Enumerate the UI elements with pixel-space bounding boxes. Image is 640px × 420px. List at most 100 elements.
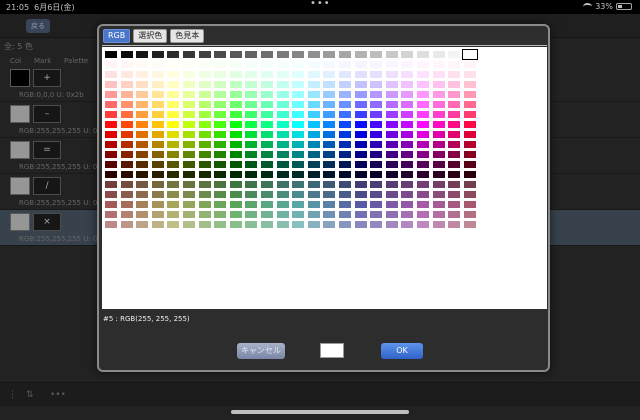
palette-cell[interactable] — [151, 51, 164, 58]
palette-cell[interactable] — [229, 121, 242, 128]
palette-cell[interactable] — [354, 191, 367, 198]
palette-cell[interactable] — [385, 131, 398, 138]
palette-cell[interactable] — [261, 211, 273, 218]
palette-cell[interactable] — [370, 151, 383, 158]
palette-cell[interactable] — [229, 101, 242, 108]
palette-cell[interactable] — [167, 101, 180, 108]
palette-cell[interactable] — [120, 151, 133, 158]
palette-cell[interactable] — [463, 71, 476, 78]
tab-rgb[interactable]: RGB — [103, 29, 131, 43]
palette-cell[interactable] — [214, 161, 227, 168]
palette-cell[interactable] — [463, 141, 476, 148]
palette-cell[interactable] — [323, 221, 336, 228]
palette-cell[interactable] — [261, 111, 273, 118]
palette-cell[interactable] — [370, 211, 383, 218]
palette-cell[interactable] — [339, 201, 351, 208]
palette-cell[interactable] — [120, 121, 133, 128]
palette-cell[interactable] — [401, 181, 414, 188]
palette-cell[interactable] — [463, 191, 476, 198]
palette-cell[interactable] — [229, 201, 242, 208]
palette-cell[interactable] — [136, 101, 149, 108]
palette-cell[interactable] — [198, 201, 211, 208]
palette-cell[interactable] — [151, 81, 164, 88]
palette-cell[interactable] — [245, 201, 258, 208]
palette-cell[interactable] — [151, 101, 164, 108]
palette-cell[interactable] — [229, 131, 242, 138]
palette-cell[interactable] — [261, 131, 273, 138]
palette-cell[interactable] — [167, 201, 180, 208]
palette-cell[interactable] — [245, 211, 258, 218]
palette-cell[interactable] — [401, 71, 414, 78]
palette-cell[interactable] — [432, 71, 445, 78]
palette-cell[interactable] — [385, 211, 398, 218]
palette-cell[interactable] — [136, 71, 149, 78]
palette-cell[interactable] — [229, 191, 242, 198]
palette-cell[interactable] — [432, 201, 445, 208]
palette-cell[interactable] — [370, 161, 383, 168]
palette-cell[interactable] — [448, 101, 461, 108]
palette-cell[interactable] — [339, 151, 351, 158]
palette-cell[interactable] — [261, 201, 273, 208]
palette-cell[interactable] — [354, 211, 367, 218]
palette-cell[interactable] — [323, 141, 336, 148]
palette-cell[interactable] — [276, 221, 289, 228]
palette-cell[interactable] — [448, 151, 461, 158]
palette-cell[interactable] — [276, 101, 289, 108]
palette-cell[interactable] — [463, 161, 476, 168]
palette-cell[interactable] — [463, 151, 476, 158]
palette-cell[interactable] — [167, 141, 180, 148]
palette-cell[interactable] — [151, 61, 164, 68]
palette-cell[interactable] — [385, 161, 398, 168]
palette-cell[interactable] — [323, 91, 336, 98]
palette-cell[interactable] — [417, 151, 429, 158]
palette-cell[interactable] — [354, 221, 367, 228]
palette-cell[interactable] — [370, 91, 383, 98]
palette-cell[interactable] — [198, 211, 211, 218]
palette-cell[interactable] — [183, 101, 195, 108]
palette-cell[interactable] — [448, 121, 461, 128]
palette-cell[interactable] — [198, 171, 211, 178]
palette-cell[interactable] — [292, 161, 305, 168]
palette-cell[interactable] — [120, 201, 133, 208]
palette-cell[interactable] — [370, 221, 383, 228]
palette-cell[interactable] — [198, 181, 211, 188]
palette-cell[interactable] — [245, 71, 258, 78]
palette-cell[interactable] — [323, 101, 336, 108]
palette-cell[interactable] — [292, 121, 305, 128]
palette-cell[interactable] — [417, 51, 429, 58]
palette-cell[interactable] — [401, 221, 414, 228]
palette-cell[interactable] — [323, 121, 336, 128]
palette-cell[interactable] — [229, 61, 242, 68]
palette-cell[interactable] — [307, 71, 320, 78]
palette-cell[interactable] — [401, 101, 414, 108]
palette-cell[interactable] — [323, 181, 336, 188]
palette-cell[interactable] — [417, 81, 429, 88]
palette-cell[interactable] — [354, 61, 367, 68]
palette-cell[interactable] — [120, 81, 133, 88]
palette-cell[interactable] — [136, 61, 149, 68]
palette-cell[interactable] — [323, 51, 336, 58]
palette-cell[interactable] — [229, 141, 242, 148]
palette-cell[interactable] — [198, 161, 211, 168]
palette-cell[interactable] — [214, 201, 227, 208]
palette-cell[interactable] — [214, 131, 227, 138]
palette-cell[interactable] — [370, 81, 383, 88]
palette-cell[interactable] — [370, 171, 383, 178]
palette-cell[interactable] — [245, 111, 258, 118]
palette-cell[interactable] — [463, 211, 476, 218]
palette-cell[interactable] — [323, 151, 336, 158]
palette-cell[interactable] — [198, 111, 211, 118]
palette-cell[interactable] — [339, 111, 351, 118]
palette-cell[interactable] — [339, 71, 351, 78]
palette-cell[interactable] — [229, 181, 242, 188]
palette-cell[interactable] — [214, 181, 227, 188]
palette-cell[interactable] — [167, 91, 180, 98]
palette-cell[interactable] — [432, 61, 445, 68]
palette-cell[interactable] — [167, 181, 180, 188]
palette-cell[interactable] — [183, 161, 195, 168]
palette-cell[interactable] — [136, 81, 149, 88]
palette-cell[interactable] — [339, 61, 351, 68]
palette-cell[interactable] — [370, 181, 383, 188]
palette-cell[interactable] — [339, 171, 351, 178]
palette-cell[interactable] — [417, 91, 429, 98]
